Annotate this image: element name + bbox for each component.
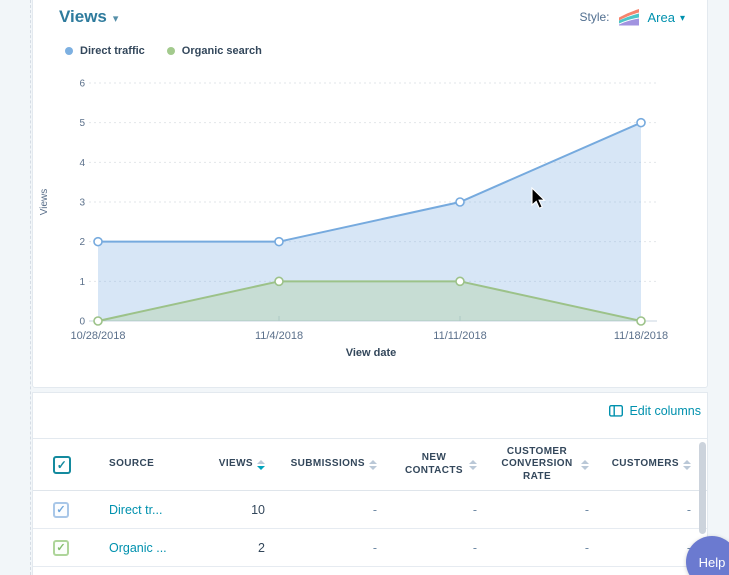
column-header-views[interactable]: VIEWS bbox=[193, 439, 281, 491]
row-checkbox[interactable]: ✓ bbox=[53, 502, 69, 518]
y-tick-label: 6 bbox=[79, 78, 85, 89]
row-checkbox[interactable]: ✓ bbox=[53, 540, 69, 556]
column-header-customer_conversion_rate[interactable]: CUSTOMER CONVERSION RATE bbox=[493, 439, 605, 491]
customers-cell: - bbox=[605, 491, 707, 529]
report-card-header: Views ▾ Style: Area ▾ bbox=[33, 0, 707, 27]
data-point[interactable] bbox=[637, 119, 645, 127]
source-link[interactable]: Direct tr... bbox=[109, 503, 162, 517]
submissions-cell: - bbox=[281, 529, 393, 567]
data-point[interactable] bbox=[275, 277, 283, 285]
columns-icon bbox=[609, 405, 623, 417]
table-row: ✓Direct tr...10---- bbox=[33, 491, 707, 529]
legend-label: Direct traffic bbox=[80, 45, 145, 57]
report-title-dropdown[interactable]: Views ▾ bbox=[59, 7, 118, 27]
column-header-customers[interactable]: CUSTOMERS bbox=[605, 439, 707, 491]
x-tick-label: 11/4/2018 bbox=[255, 330, 303, 342]
sort-arrows-icon[interactable] bbox=[469, 460, 477, 470]
column-label: VIEWS bbox=[219, 458, 253, 471]
column-label: NEW CONTACTS bbox=[403, 452, 465, 477]
y-tick-label: 3 bbox=[79, 197, 85, 208]
row-checkbox-cell: ✓ bbox=[33, 529, 85, 567]
chart-legend: Direct traffic Organic search bbox=[65, 45, 262, 57]
edit-columns-button[interactable]: Edit columns bbox=[609, 404, 701, 418]
legend-item-organic-search[interactable]: Organic search bbox=[167, 45, 262, 57]
sort-arrows-icon[interactable] bbox=[369, 460, 377, 470]
sort-arrows-icon[interactable] bbox=[257, 460, 265, 470]
page-left-gutter bbox=[0, 0, 31, 575]
data-point[interactable] bbox=[94, 238, 102, 246]
x-tick-label: 11/11/2018 bbox=[433, 330, 486, 342]
new_contacts-cell: - bbox=[393, 491, 493, 529]
scrollbar[interactable] bbox=[699, 442, 706, 534]
table-card: Edit columns ✓ SOURCE VIEWS SUBMISSIONS NEW … bbox=[32, 392, 708, 575]
y-tick-label: 4 bbox=[79, 158, 85, 169]
views-cell: 10 bbox=[193, 491, 281, 529]
views-cell: 2 bbox=[193, 529, 281, 567]
source-cell: Organic ... bbox=[85, 529, 193, 567]
area-style-icon bbox=[617, 8, 641, 27]
style-label: Style: bbox=[579, 10, 609, 24]
page-title: Views bbox=[59, 7, 107, 27]
chevron-down-icon: ▾ bbox=[113, 12, 119, 25]
column-label: CUSTOMERS bbox=[612, 458, 679, 471]
customer_conversion_rate-cell: - bbox=[493, 491, 605, 529]
y-tick-label: 5 bbox=[79, 118, 85, 129]
column-label: SOURCE bbox=[109, 458, 154, 471]
data-point[interactable] bbox=[456, 198, 464, 206]
sort-arrows-icon[interactable] bbox=[581, 460, 589, 470]
column-label: CUSTOMER CONVERSION RATE bbox=[497, 446, 577, 484]
data-point[interactable] bbox=[275, 238, 283, 246]
page: Views ▾ Style: Area ▾ Direct traffic Orga… bbox=[0, 0, 729, 575]
data-point[interactable] bbox=[637, 317, 645, 325]
data-point[interactable] bbox=[94, 317, 102, 325]
sort-arrows-icon[interactable] bbox=[683, 460, 691, 470]
y-tick-label: 2 bbox=[79, 237, 85, 248]
source-cell: Direct tr... bbox=[85, 491, 193, 529]
area-chart: 0 1 2 3 4 5 6 Views 10/28/2018 11/4/2018 11/11/201… bbox=[33, 61, 709, 363]
submissions-cell: - bbox=[281, 491, 393, 529]
legend-dot-icon bbox=[167, 47, 175, 55]
customer_conversion_rate-cell: - bbox=[493, 529, 605, 567]
select-all-checkbox[interactable]: ✓ bbox=[53, 456, 71, 474]
legend-item-direct-traffic[interactable]: Direct traffic bbox=[65, 45, 145, 57]
chevron-down-icon: ▾ bbox=[680, 13, 685, 24]
x-tick-label: 11/18/2018 bbox=[614, 330, 668, 342]
table-row: ✓Organic ...2---- bbox=[33, 529, 707, 567]
style-dropdown[interactable]: Area ▾ bbox=[648, 10, 686, 25]
y-axis-title: Views bbox=[39, 189, 50, 216]
x-axis-title: View date bbox=[346, 347, 397, 359]
y-tick-label: 0 bbox=[79, 317, 85, 328]
column-header-new_contacts[interactable]: NEW CONTACTS bbox=[393, 439, 493, 491]
column-header-submissions[interactable]: SUBMISSIONS bbox=[281, 439, 393, 491]
new_contacts-cell: - bbox=[393, 529, 493, 567]
source-link[interactable]: Organic ... bbox=[109, 541, 167, 555]
help-button-label: Help bbox=[699, 555, 726, 570]
column-header-checkbox: ✓ bbox=[33, 439, 85, 491]
legend-label: Organic search bbox=[182, 45, 262, 57]
column-label: SUBMISSIONS bbox=[291, 458, 365, 471]
legend-dot-icon bbox=[65, 47, 73, 55]
data-point[interactable] bbox=[456, 277, 464, 285]
sources-table: ✓ SOURCE VIEWS SUBMISSIONS NEW CONTACTS CUSTO… bbox=[33, 438, 707, 567]
report-card: Views ▾ Style: Area ▾ Direct traffic Orga… bbox=[32, 0, 708, 388]
table-header-row: ✓ SOURCE VIEWS SUBMISSIONS NEW CONTACTS CUSTO… bbox=[33, 439, 707, 491]
style-value: Area bbox=[648, 10, 675, 25]
x-tick-label: 10/28/2018 bbox=[70, 330, 125, 342]
y-tick-label: 1 bbox=[79, 277, 85, 288]
row-checkbox-cell: ✓ bbox=[33, 491, 85, 529]
style-control: Style: Area ▾ bbox=[579, 8, 685, 27]
edit-columns-label: Edit columns bbox=[629, 404, 701, 418]
column-header-source: SOURCE bbox=[85, 439, 193, 491]
